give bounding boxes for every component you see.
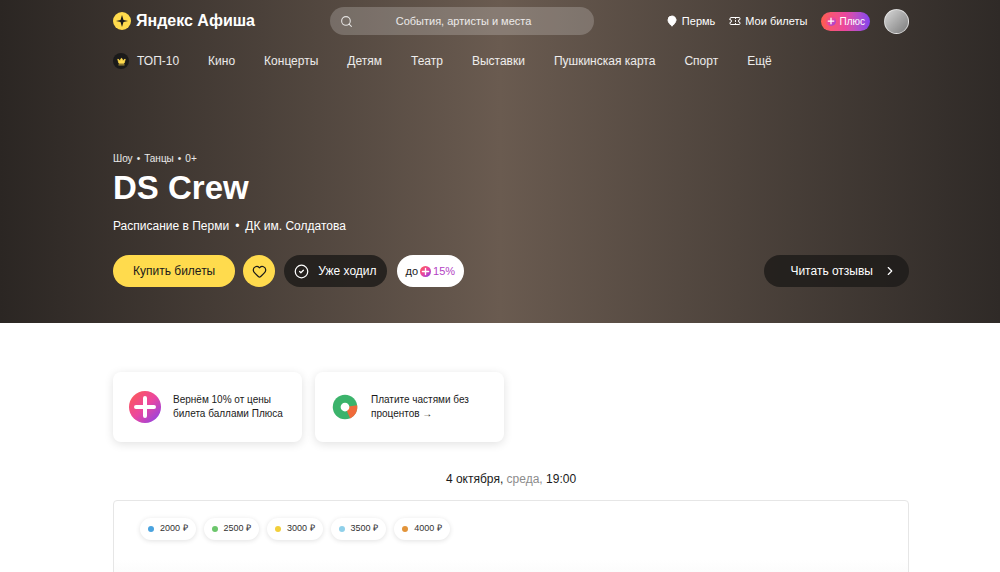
hero-inner: Яндекс АфишаСобытия, артисты и местаПерм… bbox=[113, 0, 909, 323]
search-field[interactable]: События, артисты и места bbox=[330, 7, 594, 35]
plus-badge-icon bbox=[826, 16, 836, 26]
favorite-button[interactable] bbox=[243, 255, 275, 287]
ticket-icon bbox=[729, 15, 741, 27]
event-info: Шоу•Танцы•0+DS CrewРасписание в Перми•ДК… bbox=[113, 151, 909, 323]
location-pin-icon bbox=[666, 15, 678, 27]
promo-text: Платите частями без процентов → bbox=[371, 393, 488, 421]
been-button[interactable]: Уже ходил bbox=[284, 255, 386, 287]
nav-item[interactable]: Детям bbox=[347, 52, 382, 70]
cashback-badge[interactable]: до15% bbox=[397, 255, 465, 287]
nav-item[interactable]: Концерты bbox=[264, 52, 318, 70]
chevron-right-icon bbox=[883, 264, 897, 278]
event-tag: Шоу bbox=[113, 151, 133, 166]
promo-plus-icon bbox=[129, 391, 161, 423]
nav-item[interactable]: ТОП-10 bbox=[113, 52, 179, 70]
hero: Яндекс АфишаСобытия, артисты и местаПерм… bbox=[0, 0, 1000, 323]
logo[interactable]: Яндекс Афиша bbox=[113, 9, 330, 33]
promo-card[interactable]: Вернём 10% от цены билета баллами Плюса bbox=[113, 372, 302, 442]
cashback-plus-icon bbox=[420, 266, 431, 277]
price-chip[interactable]: 2500 ₽ bbox=[204, 518, 260, 540]
check-circle-icon bbox=[294, 264, 309, 279]
avatar[interactable] bbox=[884, 9, 909, 34]
tag-separator: • bbox=[137, 151, 141, 166]
crown-icon bbox=[113, 53, 129, 69]
afisha-logo-icon bbox=[113, 12, 131, 30]
session-date: 4 октября, среда, 19:00 bbox=[113, 470, 909, 488]
reviews-button[interactable]: Читать отзывы bbox=[764, 255, 909, 287]
price-chip[interactable]: 3500 ₽ bbox=[331, 518, 387, 540]
category-nav: ТОП-10 Кино Концерты Детям Театр Выставки Пушк… bbox=[113, 48, 909, 74]
promo-text: Вернём 10% от цены билета баллами Плюса bbox=[173, 393, 286, 421]
plus-badge[interactable]: Плюс bbox=[821, 12, 870, 31]
location-part[interactable]: ДК им. Солдатова bbox=[245, 217, 346, 235]
event-location: Расписание в Перми • ДК им. Солдатова bbox=[113, 217, 909, 235]
nav-item[interactable]: Кино bbox=[208, 52, 235, 70]
nav-item[interactable]: Театр bbox=[411, 52, 443, 70]
nav-item[interactable]: Пушкинская карта bbox=[554, 52, 655, 70]
price-dot bbox=[148, 526, 154, 532]
event-title: DS Crew bbox=[113, 168, 909, 208]
top-actions: Пермь Мои билеты Плюс bbox=[594, 9, 909, 34]
price-chip[interactable]: 2000 ₽ bbox=[140, 518, 196, 540]
price-chip[interactable]: 3000 ₽ bbox=[267, 518, 323, 540]
nav-item[interactable]: Спорт bbox=[684, 52, 718, 70]
heart-icon bbox=[252, 264, 267, 279]
split-payment-icon bbox=[331, 393, 359, 421]
price-dot bbox=[212, 526, 218, 532]
event-tag: Танцы bbox=[144, 151, 174, 166]
price-chip[interactable]: 4000 ₽ bbox=[394, 518, 450, 540]
action-row: Купить билеты Уже ходил до15% Читать отзывы bbox=[113, 255, 909, 287]
seat-map-panel: 2000 ₽ 2500 ₽ 3000 ₽ 3500 ₽ 4000 ₽ bbox=[113, 500, 909, 572]
top-bar: Яндекс АфишаСобытия, артисты и местаПерм… bbox=[113, 4, 909, 38]
price-dot bbox=[402, 526, 408, 532]
price-dot bbox=[275, 526, 281, 532]
price-dot bbox=[339, 526, 345, 532]
my-tickets[interactable]: Мои билеты bbox=[729, 13, 807, 30]
price-legend: 2000 ₽ 2500 ₽ 3000 ₽ 3500 ₽ 4000 ₽ bbox=[140, 518, 882, 540]
nav-item[interactable]: Ещё bbox=[747, 52, 772, 70]
location-separator: • bbox=[235, 217, 239, 235]
event-tags: Шоу•Танцы•0+ bbox=[113, 151, 909, 166]
city-selector[interactable]: Пермь bbox=[666, 13, 715, 30]
page: Яндекс АфишаСобытия, артисты и местаПерм… bbox=[0, 0, 1000, 572]
promo-cards: Вернём 10% от цены билета баллами Плюса П… bbox=[113, 372, 909, 442]
event-tag: 0+ bbox=[185, 151, 196, 166]
buy-tickets-button[interactable]: Купить билеты bbox=[113, 255, 235, 287]
search-icon bbox=[340, 15, 353, 28]
promo-card[interactable]: Платите частями без процентов → bbox=[315, 372, 504, 442]
nav-item[interactable]: Выставки bbox=[472, 52, 525, 70]
location-part[interactable]: Расписание в Перми bbox=[113, 217, 229, 235]
tag-separator: • bbox=[178, 151, 182, 166]
content: Вернём 10% от цены билета баллами Плюса П… bbox=[113, 323, 909, 572]
